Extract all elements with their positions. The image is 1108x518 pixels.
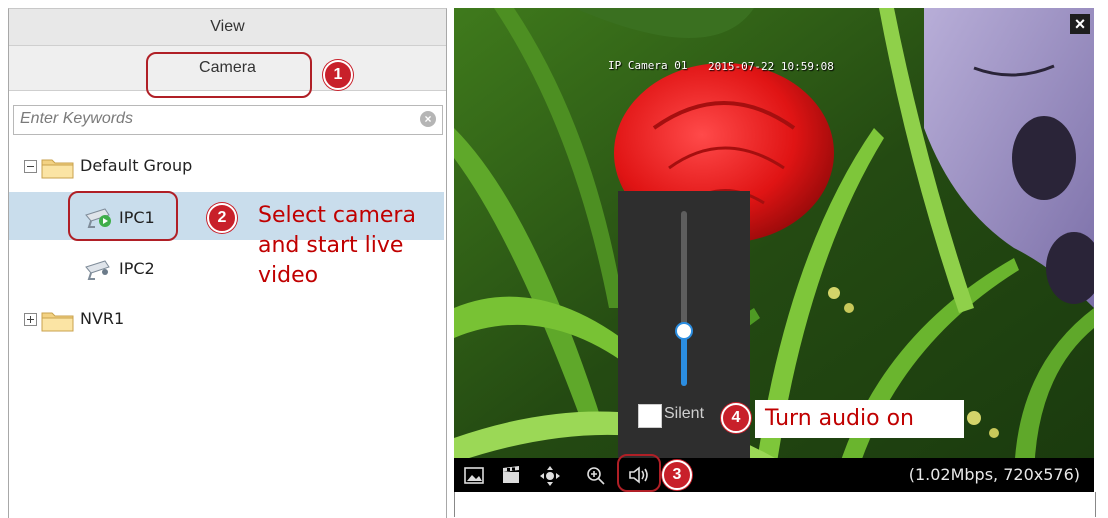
snapshot-icon[interactable] — [464, 467, 484, 489]
bottom-strip — [454, 492, 1096, 517]
record-icon[interactable] — [501, 466, 521, 489]
step4-instruction: Turn audio on — [765, 406, 914, 431]
osd-timestamp: 2015-07-22 10:59:08 — [708, 60, 834, 73]
expand-icon[interactable] — [24, 313, 37, 326]
callout-3: 3 — [662, 460, 692, 490]
video-toolbar: (1.02Mbps, 720x576) — [454, 454, 1094, 492]
camera-tab-highlight — [146, 52, 312, 98]
step2-instruction: Select camera and start live video — [258, 203, 416, 288]
tab-view[interactable]: View — [9, 9, 446, 46]
tab-view-label: View — [210, 18, 245, 35]
collapse-icon[interactable] — [24, 160, 37, 173]
search-input[interactable] — [14, 106, 410, 132]
default-group-label: Default Group — [80, 156, 193, 175]
ipc2-label[interactable]: IPC2 — [119, 259, 155, 278]
ptz-icon[interactable] — [540, 466, 560, 491]
folder-icon — [41, 157, 75, 184]
close-icon[interactable]: × — [1070, 14, 1090, 34]
camera-icon — [83, 257, 115, 286]
callout-1: 1 — [323, 60, 353, 90]
camera-icon — [83, 205, 115, 234]
silent-label: Silent — [664, 405, 705, 422]
step4-box: Turn audio on — [755, 400, 964, 438]
search-box: × — [13, 105, 443, 135]
ipc1-label: IPC1 — [119, 208, 155, 227]
silent-checkbox[interactable] — [638, 404, 662, 428]
osd-camera-name: IP Camera 01 — [608, 59, 688, 72]
folder-icon — [41, 310, 75, 337]
callout-2: 2 — [207, 203, 237, 233]
speaker-icon[interactable] — [628, 466, 650, 489]
clear-icon[interactable]: × — [420, 111, 436, 127]
zoom-icon[interactable] — [586, 466, 606, 491]
nvr1-label: NVR1 — [80, 309, 125, 328]
stream-status: (1.02Mbps, 720x576) — [908, 465, 1080, 484]
volume-handle[interactable] — [675, 322, 693, 340]
callout-4: 4 — [721, 403, 751, 433]
